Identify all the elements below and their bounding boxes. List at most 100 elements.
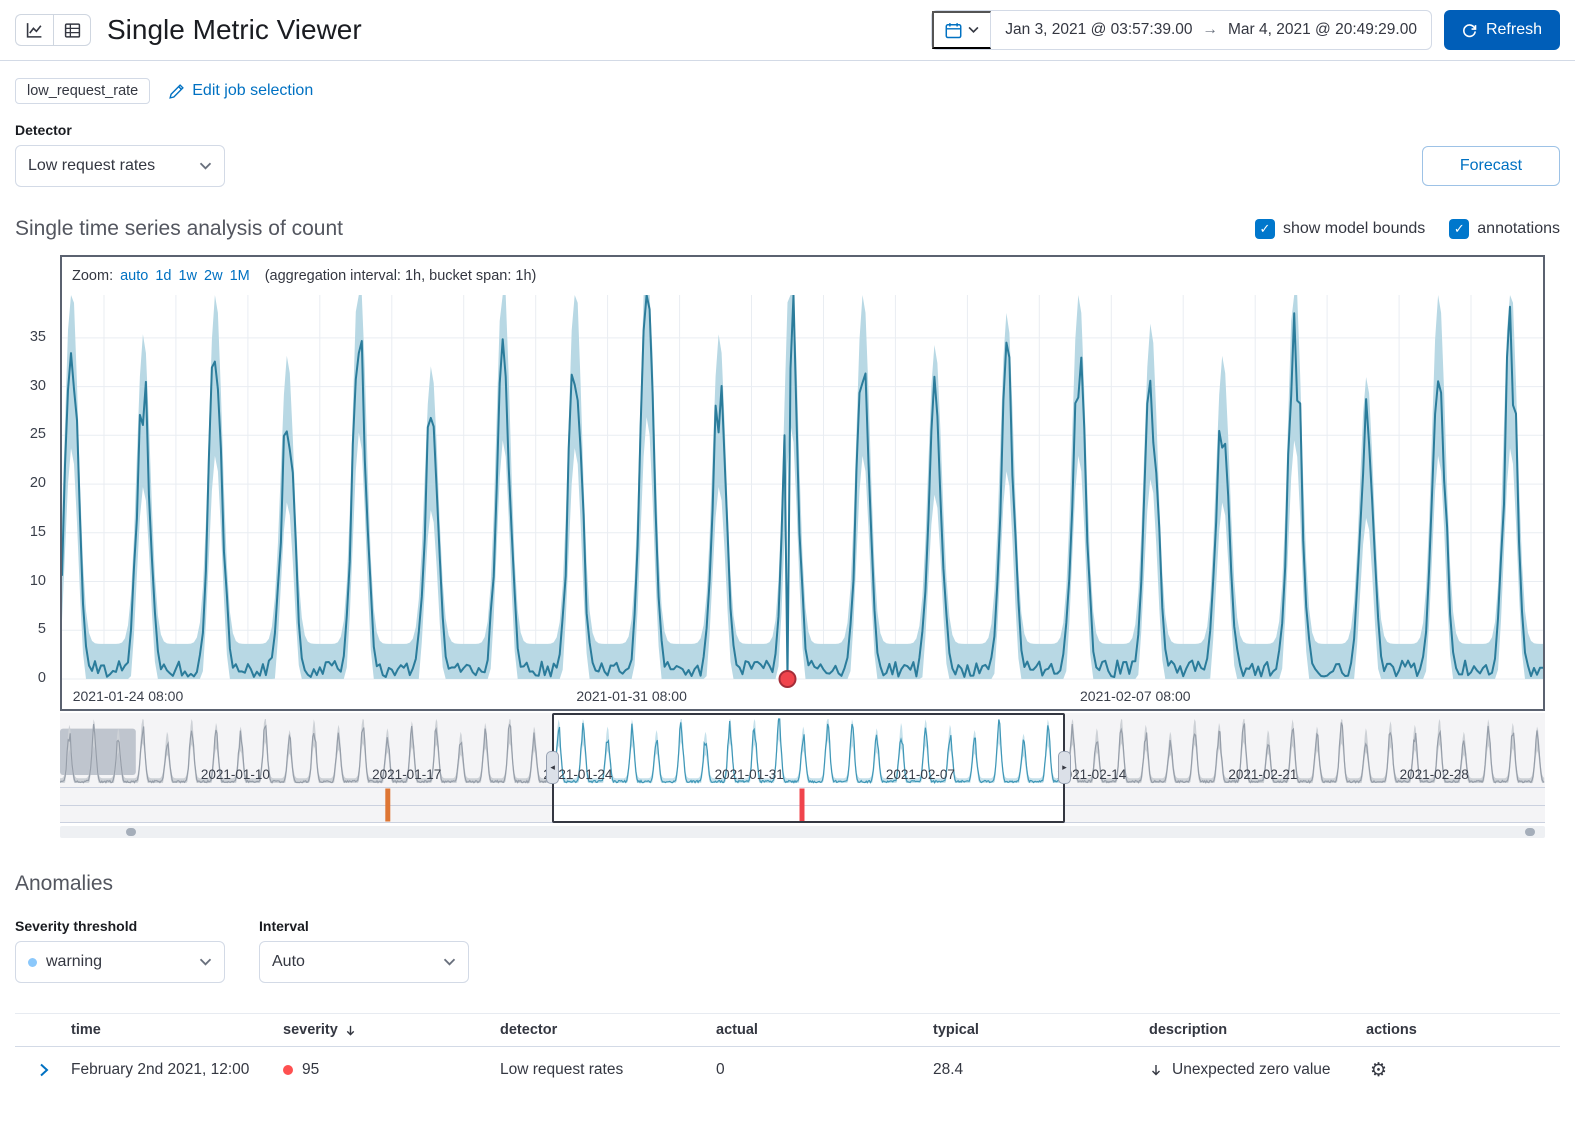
severity-selected: warning [28, 953, 102, 971]
quick-select-button[interactable] [932, 11, 991, 49]
col-header-severity[interactable]: severity [275, 1022, 492, 1038]
severity-threshold-label: Severity threshold [15, 918, 225, 934]
severity-threshold-field: Severity threshold warning [15, 918, 225, 983]
anomaly-description-cell: Unexpected zero value [1141, 1061, 1358, 1079]
checkbox-checked-icon: ✓ [1255, 219, 1275, 239]
anomalies-section: Anomalies Severity threshold warning Int… [0, 838, 1575, 1093]
context-chart-container: 2021-01-102021-01-172021-01-242021-01-31… [60, 713, 1545, 838]
aggregation-info: (aggregation interval: 1h, bucket span: … [265, 268, 537, 284]
brush-left-handle[interactable]: ◂ [546, 751, 559, 784]
show-model-bounds-label: show model bounds [1283, 220, 1425, 238]
interval-selected-value: Auto [272, 953, 305, 971]
page-title: Single Metric Viewer [107, 14, 362, 46]
forecast-button[interactable]: Forecast [1422, 146, 1560, 186]
annotations-checkbox[interactable]: ✓ annotations [1449, 219, 1560, 239]
y-axis-tick-label: 5 [0, 621, 46, 637]
zoom-option-1w[interactable]: 1w [178, 268, 197, 284]
zoom-option-1M[interactable]: 1M [230, 268, 250, 284]
anomaly-severity-cell: 95 [275, 1061, 492, 1079]
y-axis-tick-label: 15 [0, 524, 46, 540]
header-right: Jan 3, 2021 @ 03:57:39.00 → Mar 4, 2021 … [931, 10, 1560, 50]
anomalies-controls: Severity threshold warning Interval Auto [15, 918, 1560, 983]
detector-selected-value: Low request rates [28, 157, 155, 175]
zoom-label: Zoom: [72, 268, 113, 284]
pencil-icon [168, 83, 185, 100]
refresh-icon [1462, 23, 1477, 38]
context-scrollbar[interactable] [60, 826, 1545, 838]
header: Single Metric Viewer Jan 3, 2021 @ 03:57… [0, 0, 1575, 61]
svg-text:2021-01-24 08:00: 2021-01-24 08:00 [73, 688, 184, 704]
calendar-icon [945, 22, 962, 39]
edit-job-selection-link[interactable]: Edit job selection [168, 82, 313, 100]
show-model-bounds-checkbox[interactable]: ✓ show model bounds [1255, 219, 1425, 239]
interval-field: Interval Auto [259, 918, 469, 983]
anomaly-actual-cell: 0 [708, 1061, 925, 1079]
y-axis-tick-label: 20 [0, 475, 46, 491]
zoom-option-auto[interactable]: auto [120, 268, 148, 284]
scrollbar-right-thumb[interactable] [1525, 828, 1535, 836]
col-header-actions: actions [1358, 1022, 1560, 1038]
expander-cell [15, 1055, 63, 1085]
y-axis-tick-label: 10 [0, 573, 46, 589]
header-left: Single Metric Viewer [15, 14, 362, 46]
detector-row: Detector Low request rates Forecast [0, 114, 1575, 187]
chart-view-button[interactable] [15, 14, 53, 46]
chart-options: ✓ show model bounds ✓ annotations [1255, 219, 1560, 239]
checkbox-checked-icon: ✓ [1449, 219, 1469, 239]
expand-row-icon [38, 1063, 51, 1077]
svg-text:2021-02-07: 2021-02-07 [886, 767, 955, 782]
anomaly-detector-cell: Low request rates [492, 1061, 708, 1079]
interval-select[interactable]: Auto [259, 941, 469, 983]
refresh-button[interactable]: Refresh [1444, 10, 1560, 50]
svg-text:2021-02-21: 2021-02-21 [1228, 767, 1297, 782]
detector-select[interactable]: Low request rates [15, 145, 225, 187]
col-header-time[interactable]: time [63, 1022, 275, 1038]
interval-label: Interval [259, 918, 469, 934]
svg-text:2021-01-10: 2021-01-10 [201, 767, 270, 782]
col-header-actual[interactable]: actual [708, 1022, 925, 1038]
view-toggle-group [15, 14, 91, 46]
svg-text:2021-02-28: 2021-02-28 [1400, 767, 1469, 782]
zoom-option-1d[interactable]: 1d [155, 268, 171, 284]
y-axis-tick-label: 35 [0, 329, 46, 345]
detector-label: Detector [15, 122, 225, 138]
context-chart[interactable]: 2021-01-102021-01-172021-01-242021-01-31… [60, 713, 1545, 823]
date-range-picker[interactable]: Jan 3, 2021 @ 03:57:39.00 → Mar 4, 2021 … [931, 10, 1432, 50]
down-arrow-icon [1149, 1063, 1163, 1077]
y-axis-labels: 05101520253035 [0, 255, 46, 695]
table-view-button[interactable] [53, 14, 91, 46]
anomaly-typical-cell: 28.4 [925, 1061, 1141, 1079]
single-metric-viewer-app: Single Metric Viewer Jan 3, 2021 @ 03:57… [0, 0, 1575, 1093]
sort-descending-icon [344, 1024, 357, 1037]
anomaly-time-cell: February 2nd 2021, 12:00 [63, 1061, 275, 1079]
col-header-detector[interactable]: detector [492, 1022, 708, 1038]
zoom-option-2w[interactable]: 2w [204, 268, 223, 284]
zoom-controls: Zoom: auto 1d 1w 2w 1M (aggregation inte… [62, 257, 1543, 295]
warning-severity-dot-icon [28, 958, 37, 967]
expand-row-button[interactable] [29, 1055, 59, 1085]
chevron-down-icon [968, 26, 979, 34]
y-axis-tick-label: 25 [0, 426, 46, 442]
svg-text:2021-01-31: 2021-01-31 [715, 767, 784, 782]
anomalies-table: time severity detector actual typical de… [15, 1013, 1560, 1093]
svg-text:2021-01-31 08:00: 2021-01-31 08:00 [576, 688, 687, 704]
end-date-button[interactable]: Mar 4, 2021 @ 20:49:29.00 [1228, 21, 1417, 39]
severity-selected-value: warning [46, 953, 102, 971]
date-range-arrow: → [1203, 21, 1219, 39]
col-header-typical[interactable]: typical [925, 1022, 1141, 1038]
anomalies-table-header: time severity detector actual typical de… [15, 1014, 1560, 1047]
gear-icon[interactable]: ⚙ [1370, 1061, 1387, 1080]
main-chart[interactable]: 2021-01-24 08:00 2021-01-31 08:00 2021-02-… [62, 295, 1543, 709]
col-header-description[interactable]: description [1141, 1022, 1358, 1038]
table-icon [64, 22, 81, 39]
critical-severity-dot-icon [283, 1065, 293, 1075]
anomalies-title: Anomalies [15, 872, 1560, 896]
line-chart-icon [26, 22, 43, 39]
severity-threshold-select[interactable]: warning [15, 941, 225, 983]
svg-text:2021-02-07 08:00: 2021-02-07 08:00 [1080, 688, 1191, 704]
anomaly-actions-cell: ⚙ [1358, 1061, 1560, 1080]
start-date-button[interactable]: Jan 3, 2021 @ 03:57:39.00 [1005, 21, 1192, 39]
scrollbar-left-thumb[interactable] [126, 828, 136, 836]
detector-field: Detector Low request rates [15, 122, 225, 187]
brush-right-handle[interactable]: ▸ [1058, 751, 1071, 784]
